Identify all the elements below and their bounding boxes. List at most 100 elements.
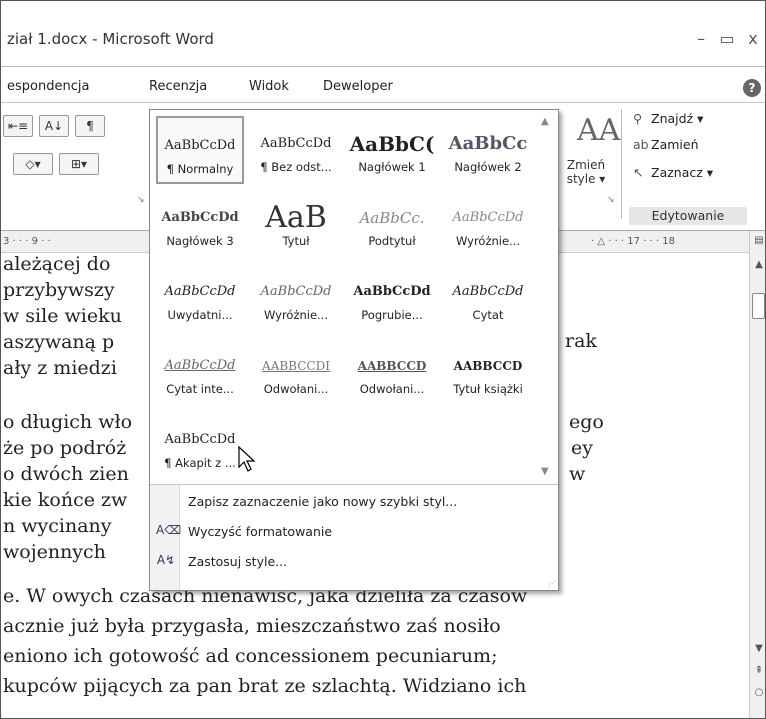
document-line: że po podróż: [3, 437, 127, 459]
document-line: eniono ich gotowość ad concessionem pecu…: [3, 645, 498, 667]
clear-formatting-item[interactable]: A⌫ Wyczyść formatowanie: [150, 520, 558, 544]
mouse-pointer-icon: [238, 445, 256, 472]
document-line: ały z miedzi: [3, 357, 117, 379]
close-button[interactable]: x: [743, 29, 763, 48]
group-divider: [621, 109, 622, 219]
style-label: Nagłówek 3: [166, 234, 234, 248]
style-preview: AaBbCc: [448, 133, 528, 154]
document-line: kie końce zw: [3, 489, 128, 511]
style-preview: AaBbCcDd: [164, 138, 236, 153]
scroll-up-icon[interactable]: ▲: [753, 259, 765, 270]
text-fragment: w: [569, 463, 586, 485]
style-preview: AaBbCcDd: [353, 284, 431, 299]
maximize-button[interactable]: ▭: [717, 29, 737, 48]
help-icon[interactable]: ?: [743, 79, 761, 97]
tab-deweloper[interactable]: Deweloper: [323, 79, 393, 94]
scroll-thumb[interactable]: [752, 293, 765, 319]
style-label: Pogrubie...: [361, 308, 423, 322]
replace-icon: ab: [633, 137, 649, 152]
style-label: ¶ Akapit z ...: [164, 456, 236, 470]
document-line: przybywszy: [3, 279, 115, 301]
borders-button[interactable]: ⊞▾: [59, 153, 99, 175]
gallery-scroll-up-icon[interactable]: ▲: [541, 116, 549, 127]
editing-group-title: Edytowanie: [629, 207, 747, 225]
tab-widok[interactable]: Widok: [249, 79, 289, 94]
text-fragment: ey: [571, 437, 593, 459]
style-preview: AaBbCcDd: [164, 358, 236, 373]
document-line: aszywaną p: [3, 331, 115, 353]
apply-styles-icon: A↯: [156, 553, 176, 567]
find-button[interactable]: ⚲ Znajdź ▾: [633, 111, 703, 126]
text-fragment: ego: [569, 411, 604, 433]
style-item[interactable]: AaBbCcDd ¶ Akapit z ...: [156, 412, 244, 480]
cursor-select-icon: ↖: [633, 165, 644, 180]
style-item[interactable]: AaBbCcDd Uwydatni...: [156, 264, 244, 332]
word-window: ział 1.docx - Microsoft Word – ▭ x espon…: [0, 0, 766, 719]
style-label: Podtytuł: [368, 234, 416, 248]
scroll-down-icon[interactable]: ▼: [753, 643, 765, 654]
style-item[interactable]: AaBbCcDd Pogrubie...: [348, 264, 436, 332]
style-preview: AaBbCcDd: [452, 284, 524, 299]
shading-button[interactable]: ◇▾: [13, 153, 53, 175]
document-line: acznie już była przygasła, mieszczaństwo…: [3, 615, 501, 637]
style-preview: AaBbCcDd: [452, 210, 524, 225]
change-styles-button[interactable]: Zmień style ▾: [563, 158, 609, 186]
gallery-scroll-down-icon[interactable]: ▼: [541, 466, 549, 477]
paragraph-launcher-icon[interactable]: ↘: [137, 195, 145, 205]
style-item[interactable]: AaBbCc. Podtytuł: [348, 190, 436, 258]
style-label: ¶ Bez odst...: [260, 160, 332, 174]
window-title: ział 1.docx - Microsoft Word: [7, 30, 214, 48]
sort-button[interactable]: A↓: [39, 115, 69, 137]
resize-grip-icon[interactable]: ⋰: [548, 579, 556, 588]
quick-styles-gallery: AaBbCcDd ¶ Normalny AaBbCcDd ¶ Bez odst... A…: [149, 109, 559, 591]
tab-korespondencja[interactable]: espondencja: [7, 79, 89, 94]
style-item[interactable]: AABBCCDI Odwołani...: [252, 338, 340, 406]
vertical-scrollbar[interactable]: ▤ ▲ ▼ ⇞ ○: [749, 231, 765, 718]
style-preview: AaBbCc.: [359, 209, 425, 227]
pilcrow-button[interactable]: ¶: [75, 115, 105, 137]
style-item[interactable]: AaBbC(Nagłówek 1: [348, 116, 436, 184]
prev-page-icon[interactable]: ⇞: [753, 665, 765, 676]
apply-styles-item[interactable]: A↯ Zastosuj style...: [150, 550, 558, 574]
replace-button[interactable]: ab Zamień: [633, 137, 699, 152]
change-styles-icon[interactable]: AA: [577, 113, 620, 148]
style-preview: AaBbCcDd: [161, 210, 239, 225]
gallery-scrollbar[interactable]: ▲ ▼: [538, 112, 556, 482]
text-fragment: rak: [565, 330, 597, 352]
minimize-button[interactable]: –: [691, 29, 711, 48]
style-label: Nagłówek 2: [454, 160, 522, 174]
style-preview: AABBCCD: [357, 359, 427, 373]
style-label: Uwydatni...: [167, 308, 233, 322]
style-item[interactable]: AaB Tytuł: [252, 190, 340, 258]
ruler-marks-left: 3 · · · 9 · ·: [3, 236, 51, 247]
style-item[interactable]: AaBbCcDd Cytat: [444, 264, 532, 332]
style-preview: AaBbCcDd: [164, 284, 236, 299]
tab-recenzja[interactable]: Recenzja: [149, 79, 207, 94]
style-preview: AaBbCcDd: [260, 284, 332, 299]
style-item[interactable]: AaBbCcDd Nagłówek 3: [156, 190, 244, 258]
style-item[interactable]: AaBbCcDd ¶ Bez odst...: [252, 116, 340, 184]
style-label: Cytat inte...: [166, 382, 234, 396]
style-item[interactable]: AaBbCcDd Cytat inte...: [156, 338, 244, 406]
style-label: ¶ Normalny: [166, 162, 234, 176]
indent-button[interactable]: ⇤≡: [3, 115, 33, 137]
style-preview: AaBbC(: [349, 132, 435, 156]
style-item[interactable]: AaBbCcDd Wyróżnie...: [444, 190, 532, 258]
style-item[interactable]: AaBbCc Nagłówek 2: [444, 116, 532, 184]
document-line: o dwóch zien: [3, 463, 129, 485]
browse-object-icon[interactable]: ○: [753, 687, 765, 698]
style-preview: AaBbCcDd: [260, 136, 332, 151]
style-item[interactable]: AABBCCD Odwołani...: [348, 338, 436, 406]
ruler-toggle-icon[interactable]: ▤: [753, 235, 765, 246]
title-bar: ział 1.docx - Microsoft Word – ▭ x: [1, 1, 765, 67]
save-quick-style-item[interactable]: Zapisz zaznaczenie jako nowy szybki styl…: [150, 490, 558, 514]
document-line: ależącej do: [3, 253, 111, 275]
style-preview: AABBCCDI: [262, 359, 330, 373]
style-item[interactable]: AaBbCcDd ¶ Normalny: [156, 116, 244, 184]
style-item[interactable]: AaBbCcDd Wyróżnie...: [252, 264, 340, 332]
style-item[interactable]: AABBCCD Tytuł książki: [444, 338, 532, 406]
styles-launcher-icon[interactable]: ↘: [607, 195, 615, 205]
style-label: Odwołani...: [263, 382, 329, 396]
gallery-divider: [150, 484, 558, 485]
select-button[interactable]: ↖ Zaznacz ▾: [633, 165, 713, 180]
